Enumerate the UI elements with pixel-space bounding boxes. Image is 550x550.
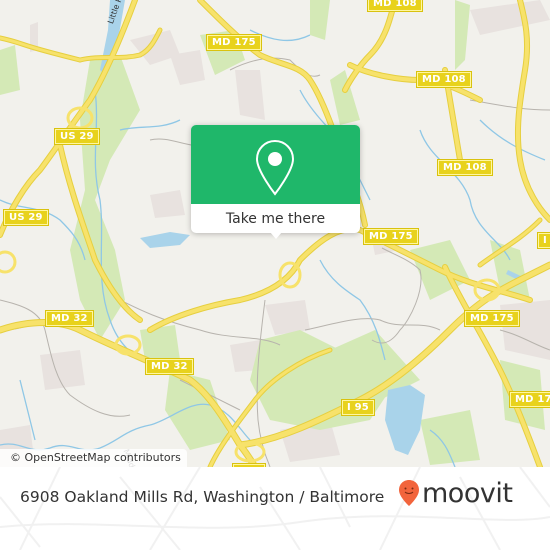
address-text: 6908 Oakland Mills Rd, Washington / Balt… [20,488,385,506]
take-me-there-button[interactable]: Take me there [191,204,360,233]
moovit-wordmark: moovit [422,477,513,509]
map-view[interactable]: MD 175 MD 108 MD 108 MD 108 US 29 US 29 … [0,0,550,467]
shield-md32-west: MD 32 [45,310,94,327]
shield-partial-right: I [537,232,550,249]
map-pin-icon [255,139,295,196]
footer-bar: 6908 Oakland Mills Rd, Washington / Balt… [0,467,550,550]
shield-md32-center: MD 32 [145,358,194,375]
popup-header [191,125,360,204]
popup-pointer [270,232,282,239]
shield-md175-north: MD 175 [206,34,262,51]
shield-md108-mid: MD 108 [437,159,493,176]
location-popup: Take me there [191,125,360,233]
shield-md108-right: MD 108 [416,71,472,88]
moovit-logo[interactable]: moovit [398,477,513,509]
moovit-pin-icon [399,480,419,506]
map-attribution[interactable]: © OpenStreetMap contributors [0,449,187,467]
shield-us29-left: US 29 [3,209,49,226]
shield-md108-top: MD 108 [367,0,423,12]
shield-md175-center: MD 175 [363,228,419,245]
shield-md175-southeast: MD 175 [509,391,550,408]
shield-i95-center: I 95 [341,399,375,416]
shield-md175-east: MD 175 [464,310,520,327]
shield-us29-top: US 29 [54,128,100,145]
